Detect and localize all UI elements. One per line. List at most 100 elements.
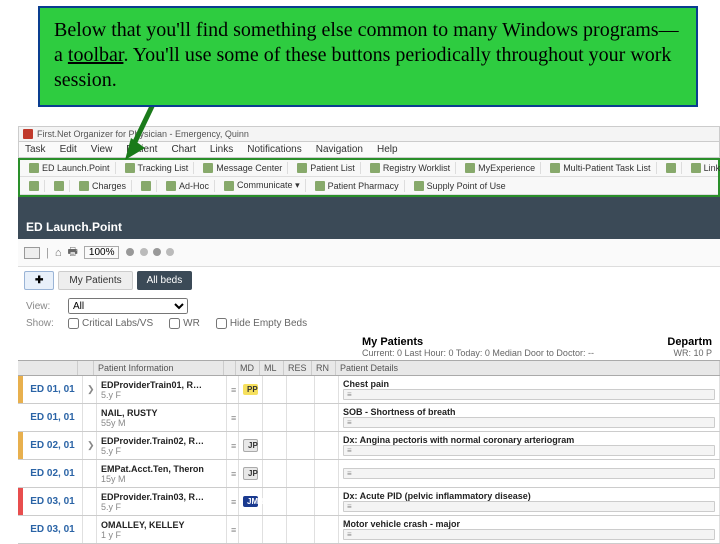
- toolbar-communicate[interactable]: Communicate ▾: [219, 179, 306, 192]
- expand-chevron-icon[interactable]: ❯: [83, 432, 97, 459]
- cb-critical[interactable]: Critical Labs/VS: [68, 318, 153, 329]
- toolbar-links[interactable]: Links: [686, 162, 720, 174]
- mail-icon: [203, 163, 213, 173]
- grid-header: Patient Information MD ML RES RN Patient…: [18, 361, 720, 376]
- tab-all-beds[interactable]: All beds: [137, 271, 193, 290]
- user-icon: [29, 181, 39, 191]
- toolbar-myexperience[interactable]: MyExperience: [460, 162, 541, 174]
- toolbar-patient-pharmacy[interactable]: Patient Pharmacy: [310, 180, 405, 192]
- link-icon: [691, 163, 701, 173]
- res-cell: [287, 432, 315, 459]
- patient-info-cell: EDProvider.Train03, R…5.y F: [97, 488, 227, 515]
- toolbar-screen[interactable]: [49, 180, 70, 192]
- menu-navigation[interactable]: Navigation: [316, 144, 363, 155]
- res-cell: [287, 516, 315, 543]
- pill-icon: [315, 181, 325, 191]
- toolbar-ed-launchpoint[interactable]: ED Launch.Point: [24, 162, 116, 174]
- talk-icon: [224, 181, 234, 191]
- app-window: First.Net Organizer for Physician - Emer…: [18, 126, 720, 544]
- screen-icon: [54, 181, 64, 191]
- table-row[interactable]: ED 01, 01NAIL, RUSTY55y M≡SOB - Shortnes…: [18, 404, 720, 432]
- toolbar-adhoc[interactable]: Ad-Hoc: [161, 180, 215, 192]
- md-cell: [239, 516, 263, 543]
- nav-print-icon[interactable]: 🖶: [68, 243, 78, 262]
- refresh-button[interactable]: [24, 247, 40, 259]
- menu-links[interactable]: Links: [210, 144, 233, 155]
- ml-cell: [263, 516, 287, 543]
- stats-my-patients-sub: Current: 0 Last Hour: 0 Today: 0 Median …: [362, 348, 667, 358]
- toolbar-charges[interactable]: Charges: [74, 180, 132, 192]
- col-room: [18, 361, 78, 375]
- toolbar-patient-list[interactable]: Patient List: [292, 162, 361, 174]
- supply-icon: [414, 181, 424, 191]
- flag-cell: ≡: [227, 404, 239, 431]
- room-cell: ED 03, 01: [23, 516, 83, 543]
- expand-chevron-icon[interactable]: [83, 404, 97, 431]
- toolbar-row-1: ED Launch.Point Tracking List Message Ce…: [20, 160, 718, 177]
- zoom-level[interactable]: 100%: [84, 246, 120, 259]
- nav-home-icon[interactable]: ⌂: [55, 247, 62, 259]
- toolbar-highlighted: ED Launch.Point Tracking List Message Ce…: [18, 158, 720, 197]
- more-icon: [666, 163, 676, 173]
- flag-cell: ≡: [227, 516, 239, 543]
- callout-text-after: . You'll use some of these buttons perio…: [54, 44, 671, 91]
- show-label: Show:: [26, 318, 62, 329]
- toolbar-registry-worklist[interactable]: Registry Worklist: [365, 162, 456, 174]
- toolbar-supply-point[interactable]: Supply Point of Use: [409, 180, 511, 192]
- patient-info-cell: EMPat.Acct.Ten, Theron15y M: [97, 460, 227, 487]
- stats-my-patients-title: My Patients: [362, 336, 667, 348]
- table-row[interactable]: ED 02, 01❯EDProvider.Train02, R…5.y F≡JP…: [18, 432, 720, 460]
- details-cell: Dx: Angina pectoris with normal coronary…: [339, 432, 720, 459]
- view-select[interactable]: All: [68, 298, 188, 314]
- menu-view[interactable]: View: [91, 144, 113, 155]
- patient-info-cell: EDProvider.Train02, R…5.y F: [97, 432, 227, 459]
- section-header: ED Launch.Point: [18, 215, 720, 239]
- patient-grid: Patient Information MD ML RES RN Patient…: [18, 360, 720, 544]
- menu-chart[interactable]: Chart: [171, 144, 195, 155]
- table-row[interactable]: ED 03, 01EDProvider.Train03, R…5.y F≡JMR…: [18, 488, 720, 516]
- menu-help[interactable]: Help: [377, 144, 398, 155]
- md-cell: [239, 404, 263, 431]
- menu-notifications[interactable]: Notifications: [247, 144, 301, 155]
- res-cell: [287, 376, 315, 403]
- expand-chevron-icon[interactable]: [83, 516, 97, 543]
- menu-edit[interactable]: Edit: [60, 144, 77, 155]
- expand-chevron-icon[interactable]: ❯: [83, 376, 97, 403]
- rn-cell: [315, 404, 339, 431]
- toolbar-multi-patient-task-list[interactable]: Multi-Patient Task List: [545, 162, 656, 174]
- details-cell: Motor vehicle crash - major≡: [339, 516, 720, 543]
- expand-chevron-icon[interactable]: [83, 488, 97, 515]
- money-icon: [79, 181, 89, 191]
- toolbar-dropdown[interactable]: [136, 180, 157, 192]
- tab-my-patients[interactable]: My Patients: [58, 271, 132, 290]
- patient-info-cell: NAIL, RUSTY55y M: [97, 404, 227, 431]
- table-row[interactable]: ED 01, 01❯EDProviderTrain01, R…5.y F≡PPC…: [18, 376, 720, 404]
- dashboard-icon: [29, 163, 39, 173]
- cb-wr[interactable]: WR: [169, 318, 200, 329]
- details-cell: SOB - Shortness of breath≡: [339, 404, 720, 431]
- col-flag: [224, 361, 236, 375]
- dot-icon: [166, 248, 174, 256]
- stats-dept-sub: WR: 10 P: [667, 348, 712, 358]
- col-res: RES: [284, 361, 312, 375]
- res-cell: [287, 404, 315, 431]
- menu-task[interactable]: Task: [25, 144, 46, 155]
- nav-sep: |: [46, 247, 49, 259]
- expand-chevron-icon[interactable]: [83, 460, 97, 487]
- toolbar-overflow-1[interactable]: [661, 162, 682, 174]
- flag-cell: ≡: [227, 488, 239, 515]
- col-patient-info: Patient Information: [94, 361, 224, 375]
- add-tab-button[interactable]: ✚: [24, 271, 54, 290]
- cb-hide-empty[interactable]: Hide Empty Beds: [216, 318, 307, 329]
- toolbar-tracking-list[interactable]: Tracking List: [120, 162, 195, 174]
- toolbar-user[interactable]: [24, 180, 45, 192]
- flag-cell: ≡: [227, 460, 239, 487]
- toolbar-message-center[interactable]: Message Center: [198, 162, 288, 174]
- toolbar-row-2: Charges Ad-Hoc Communicate ▾ Patient Pha…: [20, 177, 718, 195]
- clipboard-icon: [370, 163, 380, 173]
- md-cell: JMR: [239, 488, 263, 515]
- table-row[interactable]: ED 02, 01EMPat.Acct.Ten, Theron15y M≡JP≡: [18, 460, 720, 488]
- flag-cell: ≡: [227, 376, 239, 403]
- col-details: Patient Details: [336, 361, 720, 375]
- ml-cell: [263, 432, 287, 459]
